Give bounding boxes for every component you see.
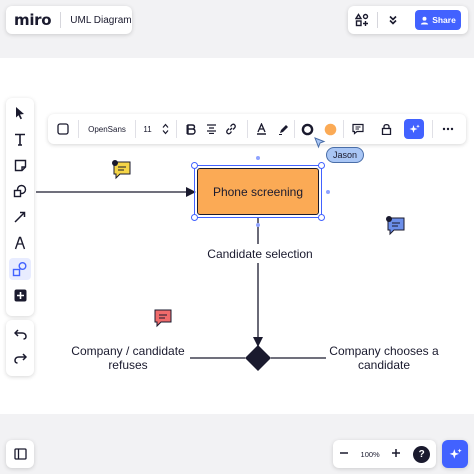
resize-handle-top-left[interactable] xyxy=(191,162,198,169)
comment-marker-yellow[interactable] xyxy=(112,160,132,180)
connector-point-right[interactable] xyxy=(326,190,330,194)
board-navigation-button[interactable] xyxy=(6,440,34,468)
refuses-label-line1: Company / candidate xyxy=(71,344,185,358)
chooses-label-line2: candidate xyxy=(357,358,411,372)
collaborator-cursor-icon xyxy=(314,137,326,149)
zoom-controls: 100% ? xyxy=(333,440,436,468)
comment-marker-blue[interactable] xyxy=(386,216,406,236)
phone-screening-shape[interactable]: Phone screening xyxy=(197,168,319,215)
connector-point-bottom[interactable] xyxy=(256,223,260,227)
zoom-in-button[interactable] xyxy=(391,445,401,463)
sparkle-icon xyxy=(449,448,462,459)
chooses-label-line1: Company chooses a xyxy=(329,344,439,358)
help-button[interactable]: ? xyxy=(413,445,431,463)
resize-handle-bottom-left[interactable] xyxy=(191,214,198,221)
diagram-connectors xyxy=(36,187,326,371)
connector-point-top[interactable] xyxy=(256,156,260,160)
minus-icon xyxy=(339,452,348,454)
decision-diamond xyxy=(245,345,271,371)
panel-icon xyxy=(13,448,27,460)
refuses-label-line2: refuses xyxy=(108,358,148,372)
resize-handle-bottom-right[interactable] xyxy=(318,214,325,221)
shape-label: Phone screening xyxy=(212,184,304,199)
plus-icon xyxy=(392,449,401,457)
refuses-label[interactable]: Company / candidate refuses xyxy=(58,344,198,372)
zoom-level[interactable]: 100% xyxy=(361,450,380,459)
resize-handle-top-right[interactable] xyxy=(318,162,325,169)
collaborator-name-tag: Jason xyxy=(326,147,365,163)
ai-sidekick-button[interactable] xyxy=(442,440,468,468)
chooses-label[interactable]: Company chooses a candidate xyxy=(320,344,448,372)
candidate-selection-label[interactable]: Candidate selection xyxy=(196,247,324,261)
comment-marker-red[interactable] xyxy=(153,308,173,328)
zoom-out-button[interactable] xyxy=(339,445,349,463)
